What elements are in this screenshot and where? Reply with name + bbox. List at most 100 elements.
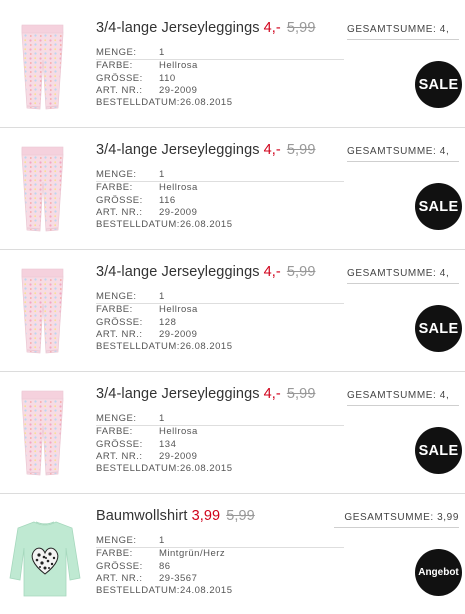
order-item[interactable]: 3/4-lange Jerseyleggings 4,- 5,99 GESAMTSU… — [0, 128, 465, 250]
size-value: 128 — [159, 316, 177, 328]
mint-shirt-image[interactable] — [8, 508, 82, 604]
detail-row-order-date: BESTELLDATUM: 26.08.2015 — [96, 341, 344, 353]
product-name[interactable]: 3/4-lange Jerseyleggings — [96, 20, 260, 36]
original-price: 5,99 — [226, 508, 255, 524]
sale-price: 4,- — [263, 142, 281, 158]
product-title[interactable]: Baumwollshirt 3,99 5,99 — [96, 508, 255, 524]
detail-row-quantity: MENGE: 1 — [96, 291, 344, 305]
color-value: Hellrosa — [159, 304, 198, 316]
article-value: 29-2009 — [159, 328, 198, 340]
sale-price: 4,- — [263, 20, 281, 36]
order-date-value: 24.08.2015 — [179, 585, 233, 597]
article-value: 29-2009 — [159, 450, 198, 462]
pink-leggings-image[interactable] — [8, 142, 82, 238]
color-label: FARBE: — [96, 182, 133, 194]
order-total: GESAMTSUMME: 4, — [347, 24, 459, 40]
detail-row-order-date: BESTELLDATUM: 26.08.2015 — [96, 219, 344, 231]
quantity-value: 1 — [159, 535, 165, 546]
product-title[interactable]: 3/4-lange Jerseyleggings 4,- 5,99 — [96, 142, 315, 158]
detail-row-size: GRÖSSE: 116 — [96, 195, 344, 207]
order-item[interactable]: 3/4-lange Jerseyleggings 4,- 5,99 GESAMTSU… — [0, 372, 465, 494]
order-total: GESAMTSUMME: 4, — [347, 268, 459, 284]
detail-row-order-date: BESTELLDATUM: 26.08.2015 — [96, 97, 344, 109]
product-name[interactable]: 3/4-lange Jerseyleggings — [96, 386, 260, 402]
quantity-label: MENGE: — [96, 291, 137, 302]
color-label: FARBE: — [96, 304, 133, 316]
order-date-label: BESTELLDATUM: — [96, 463, 180, 475]
detail-row-size: GRÖSSE: 110 — [96, 73, 344, 85]
quantity-label: MENGE: — [96, 413, 137, 424]
size-label: GRÖSSE: — [96, 72, 143, 84]
sale-price: 4,- — [263, 386, 281, 402]
quantity-label: MENGE: — [96, 169, 137, 180]
pink-leggings-image[interactable] — [8, 264, 82, 360]
detail-row-color: FARBE: Hellrosa — [96, 182, 344, 194]
sale-badge: SALE — [415, 427, 462, 474]
product-title[interactable]: 3/4-lange Jerseyleggings 4,- 5,99 — [96, 264, 315, 280]
size-label: GRÖSSE: — [96, 194, 143, 206]
article-label: ART. NR.: — [96, 84, 143, 96]
detail-row-size: GRÖSSE: 86 — [96, 561, 344, 573]
detail-row-article: ART. NR.: 29-2009 — [96, 85, 344, 97]
sale-badge: SALE — [415, 61, 462, 108]
quantity-value: 1 — [159, 291, 165, 302]
original-price: 5,99 — [286, 20, 316, 36]
article-label: ART. NR.: — [96, 572, 143, 584]
order-total: GESAMTSUMME: 4, — [347, 146, 459, 162]
sale-price: 3,99 — [191, 508, 221, 524]
product-details: MENGE: 1 FARBE: Hellrosa GRÖSSE: 110 ART. N… — [96, 47, 344, 109]
detail-row-size: GRÖSSE: 134 — [96, 439, 344, 451]
pink-leggings-image[interactable] — [8, 386, 82, 482]
size-label: GRÖSSE: — [96, 438, 143, 450]
quantity-value: 1 — [159, 47, 165, 58]
product-details: MENGE: 1 FARBE: Hellrosa GRÖSSE: 128 ART. N… — [96, 291, 344, 353]
product-name[interactable]: 3/4-lange Jerseyleggings — [96, 142, 260, 158]
order-item[interactable]: 3/4-lange Jerseyleggings 4,- 5,99 GESAMTSU… — [0, 250, 465, 372]
detail-row-quantity: MENGE: 1 — [96, 169, 344, 183]
order-total: GESAMTSUMME: 4, — [347, 390, 459, 406]
pink-leggings-image[interactable] — [8, 20, 82, 116]
order-item[interactable]: Baumwollshirt 3,99 5,99 GESAMTSUMME: 3,99 … — [0, 494, 465, 614]
order-item[interactable]: 3/4-lange Jerseyleggings 4,- 5,99 GESAMTSU… — [0, 6, 465, 128]
article-label: ART. NR.: — [96, 450, 143, 462]
article-value: 29-2009 — [159, 206, 198, 218]
detail-row-color: FARBE: Hellrosa — [96, 60, 344, 72]
sale-badge: SALE — [415, 183, 462, 230]
color-value: Hellrosa — [159, 182, 198, 194]
order-date-label: BESTELLDATUM: — [96, 585, 180, 597]
order-date-value: 26.08.2015 — [179, 219, 233, 231]
detail-row-order-date: BESTELLDATUM: 26.08.2015 — [96, 463, 344, 475]
size-value: 110 — [159, 72, 176, 84]
product-name[interactable]: 3/4-lange Jerseyleggings — [96, 264, 260, 280]
product-details: MENGE: 1 FARBE: Mintgrün/Herz GRÖSSE: 86 AR… — [96, 535, 344, 597]
order-date-label: BESTELLDATUM: — [96, 97, 180, 109]
article-value: 29-3567 — [159, 572, 198, 584]
sale-price: 4,- — [263, 264, 281, 280]
detail-row-size: GRÖSSE: 128 — [96, 317, 344, 329]
quantity-label: MENGE: — [96, 535, 137, 546]
product-name[interactable]: Baumwollshirt — [96, 508, 188, 524]
size-label: GRÖSSE: — [96, 560, 143, 572]
article-label: ART. NR.: — [96, 206, 143, 218]
product-details: MENGE: 1 FARBE: Hellrosa GRÖSSE: 116 ART. N… — [96, 169, 344, 231]
quantity-value: 1 — [159, 413, 165, 424]
original-price: 5,99 — [286, 142, 316, 158]
order-date-value: 26.08.2015 — [179, 97, 233, 109]
color-value: Mintgrün/Herz — [159, 548, 226, 560]
detail-row-order-date: BESTELLDATUM: 24.08.2015 — [96, 585, 344, 597]
original-price: 5,99 — [286, 386, 316, 402]
product-title[interactable]: 3/4-lange Jerseyleggings 4,- 5,99 — [96, 20, 315, 36]
color-label: FARBE: — [96, 60, 133, 72]
product-title[interactable]: 3/4-lange Jerseyleggings 4,- 5,99 — [96, 386, 315, 402]
color-label: FARBE: — [96, 426, 133, 438]
product-details: MENGE: 1 FARBE: Hellrosa GRÖSSE: 134 ART. N… — [96, 413, 344, 475]
order-date-value: 26.08.2015 — [179, 463, 233, 475]
detail-row-color: FARBE: Hellrosa — [96, 426, 344, 438]
color-label: FARBE: — [96, 548, 133, 560]
order-total: GESAMTSUMME: 3,99 — [334, 512, 459, 528]
detail-row-quantity: MENGE: 1 — [96, 47, 344, 61]
size-value: 116 — [159, 194, 176, 206]
detail-row-color: FARBE: Hellrosa — [96, 304, 344, 316]
article-value: 29-2009 — [159, 84, 198, 96]
detail-row-article: ART. NR.: 29-3567 — [96, 573, 344, 585]
